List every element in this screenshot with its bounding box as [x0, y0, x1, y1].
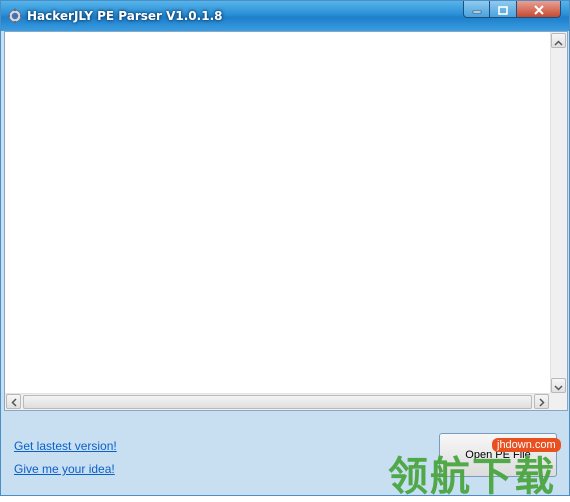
maximize-icon — [498, 0, 508, 19]
window-title: HackerJLY PE Parser V1.0.1.8 — [27, 9, 223, 23]
get-latest-version-link[interactable]: Get lastest version! — [14, 439, 117, 453]
window-controls — [463, 1, 561, 19]
close-icon — [533, 0, 545, 19]
chevron-left-icon — [10, 392, 17, 411]
give-idea-link[interactable]: Give me your idea! — [14, 462, 115, 476]
bottom-panel: Get lastest version! Give me your idea! … — [1, 411, 569, 495]
maximize-button[interactable] — [490, 1, 517, 18]
scroll-right-button[interactable] — [534, 394, 549, 409]
scrollbar-corner — [550, 393, 567, 410]
horizontal-scroll-thumb[interactable] — [23, 395, 532, 409]
minimize-icon — [472, 0, 482, 19]
app-window: HackerJLY PE Parser V1.0.1.8 Get lastest… — [0, 0, 570, 496]
gear-icon — [7, 8, 23, 24]
title-bar[interactable]: HackerJLY PE Parser V1.0.1.8 — [1, 1, 569, 31]
chevron-right-icon — [538, 392, 545, 411]
horizontal-scrollbar[interactable] — [5, 393, 550, 410]
output-textarea[interactable] — [4, 31, 568, 411]
vertical-scrollbar[interactable] — [550, 32, 567, 394]
open-pe-file-button[interactable]: Open PE File — [439, 433, 557, 477]
scroll-down-button[interactable] — [551, 378, 566, 393]
minimize-button[interactable] — [463, 1, 490, 18]
chevron-up-icon — [554, 31, 563, 50]
close-button[interactable] — [517, 1, 561, 18]
scroll-left-button[interactable] — [6, 394, 21, 409]
scroll-up-button[interactable] — [551, 33, 566, 48]
